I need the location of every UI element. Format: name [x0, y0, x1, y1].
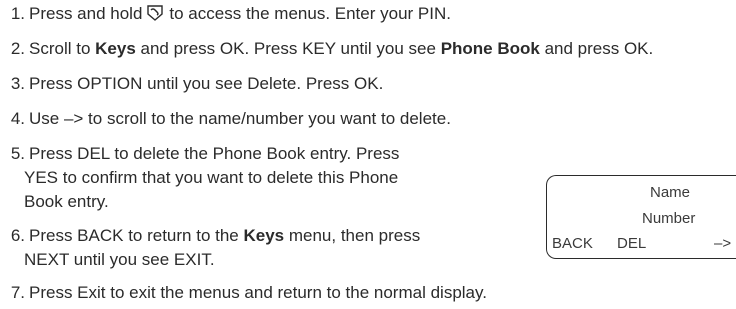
step-text: to access the menus. Enter your PIN.: [169, 4, 451, 23]
step-7: 7. Press Exit to exit the menus and retur…: [0, 281, 487, 305]
instruction-list: 1. Press and hold to access the menus. Ent…: [0, 0, 736, 309]
phone-display-illustration: Name Number BACK DEL –>: [546, 175, 736, 259]
step-text: menu, then press: [284, 226, 421, 245]
display-line-name: Name: [650, 184, 691, 201]
step-5: 5. Press DEL to delete the Phone Book ent…: [0, 142, 400, 166]
bold-term: Phone Book: [440, 39, 540, 58]
step-number: 2.: [10, 39, 25, 58]
step-number: 5.: [10, 144, 25, 163]
step-number: 6.: [10, 226, 25, 245]
step-text: Press OPTION until you see Delete. Press…: [29, 74, 384, 93]
step-4: 4. Use –> to scroll to the name/number yo…: [0, 107, 451, 131]
softkey-arrow-label: –>: [714, 235, 732, 252]
bold-term: Keys: [243, 226, 285, 245]
step-number: 4.: [10, 109, 25, 128]
step-text: Use –> to scroll to the name/number you …: [29, 109, 451, 128]
step-2: 2. Scroll to Keys and press OK. Press KEY…: [0, 37, 653, 61]
step-6: 6. Press BACK to return to the Keys menu,…: [0, 224, 420, 248]
bold-term: Keys: [95, 39, 136, 58]
softkey-back-label: BACK: [552, 235, 593, 252]
step-text: Scroll to: [29, 39, 96, 58]
step-number: 7.: [10, 283, 25, 302]
step-number: 3.: [10, 74, 25, 93]
step-number: 1.: [10, 4, 25, 23]
handset-key-icon: [145, 2, 165, 22]
step-text: Press BACK to return to the: [29, 226, 244, 245]
step-5-line-2: YES to confirm that you want to delete t…: [24, 168, 399, 187]
step-text: and press OK. Press KEY until you see: [135, 39, 441, 58]
step-text: Press Exit to exit the menus and return …: [29, 283, 487, 302]
step-3: 3. Press OPTION until you see Delete. Pre…: [0, 72, 383, 96]
step-6-line-2: NEXT until you see EXIT.: [24, 250, 215, 269]
step-text: and press OK.: [539, 39, 654, 58]
step-text: Press and hold: [29, 4, 143, 23]
step-5-line-3: Book entry.: [24, 192, 109, 211]
display-line-number: Number: [642, 210, 696, 227]
step-text: Press DEL to delete the Phone Book entry…: [29, 144, 400, 163]
step-1: 1. Press and hold to access the menus. Ent…: [0, 2, 451, 26]
softkey-del-label: DEL: [617, 235, 647, 252]
